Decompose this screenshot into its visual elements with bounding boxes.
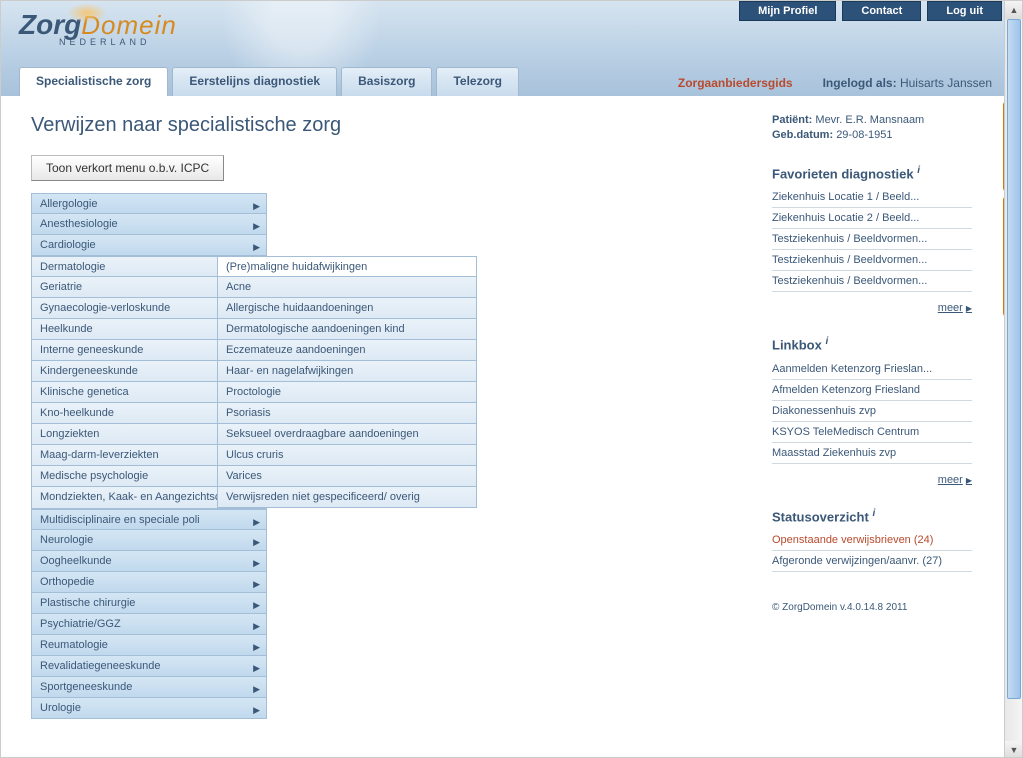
submenu-item[interactable]: Psoriasis — [217, 403, 477, 424]
tab-telezorg[interactable]: Telezorg — [436, 67, 518, 96]
tab-eerstelijns-diagnostiek[interactable]: Eerstelijns diagnostiek — [172, 67, 337, 96]
status-link[interactable]: Afgeronde verwijzingen/aanvr. (27) — [772, 551, 972, 572]
copyright: © ZorgDomein v.4.0.14.8 2011 — [772, 602, 972, 613]
login-status: Ingelogd als: Huisarts Janssen — [823, 76, 992, 90]
menu-item[interactable]: Multidisciplinaire en speciale poli▶ — [31, 509, 267, 530]
favoriet-link[interactable]: Testziekenhuis / Beeldvormen... — [772, 271, 972, 292]
linkbox-link[interactable]: Afmelden Ketenzorg Friesland — [772, 380, 972, 401]
chevron-right-icon: ▶ — [253, 598, 260, 612]
status-link[interactable]: Openstaande verwijsbrieven (24) — [772, 530, 972, 551]
chevron-right-icon: ▶ — [253, 577, 260, 591]
linkbox-link[interactable]: Maasstad Ziekenhuis zvp — [772, 443, 972, 464]
chevron-right-icon: ▶ — [253, 515, 260, 529]
chevron-right-icon: ▶ — [253, 640, 260, 654]
logout-button[interactable]: Log uit — [927, 1, 1002, 21]
menu-item[interactable]: Allergologie▶ — [31, 193, 267, 214]
app-header: ZorgDomein NEDERLAND Mijn Profiel Contac… — [1, 1, 1022, 96]
favoriet-link[interactable]: Ziekenhuis Locatie 1 / Beeld... — [772, 187, 972, 208]
top-buttons: Mijn Profiel Contact Log uit — [733, 1, 1002, 21]
specialism-menu: Allergologie▶Anesthesiologie▶Cardiologie… — [31, 193, 267, 719]
chevron-right-icon: ▶ — [253, 703, 260, 717]
submenu-item[interactable]: Verwijsreden niet gespecificeerd/ overig — [217, 487, 477, 508]
menu-item[interactable]: Psychiatrie/GGZ▶ — [31, 614, 267, 635]
menu-item[interactable]: Neurologie▶ — [31, 530, 267, 551]
meer-link-linkbox[interactable]: meer — [938, 474, 963, 486]
scrollbar-thumb[interactable] — [1007, 19, 1021, 699]
menu-item[interactable]: Reumatologie▶ — [31, 635, 267, 656]
linkbox-link[interactable]: Diakonessenhuis zvp — [772, 401, 972, 422]
menu-item[interactable]: Revalidatiegeneeskunde▶ — [31, 656, 267, 677]
favorieten-header: Favorieten diagnostiek i — [772, 165, 972, 181]
patient-info: Patiënt: Mevr. E.R. Mansnaam Geb.datum: … — [772, 113, 972, 143]
menu-item[interactable]: Oogheelkunde▶ — [31, 551, 267, 572]
logo: ZorgDomein NEDERLAND — [19, 9, 177, 47]
submenu-item[interactable]: Varices — [217, 466, 477, 487]
submenu-item[interactable]: Dermatologische aandoeningen kind — [217, 319, 477, 340]
meer-link-fav[interactable]: meer — [938, 302, 963, 314]
submenu-item[interactable]: Allergische huidaandoeningen — [217, 298, 477, 319]
contact-button[interactable]: Contact — [842, 1, 921, 21]
linkbox-link[interactable]: KSYOS TeleMedisch Centrum — [772, 422, 972, 443]
right-sidebar: Patiënt: Mevr. E.R. Mansnaam Geb.datum: … — [772, 113, 972, 613]
linkbox-header: Linkbox i — [772, 336, 972, 352]
linkbox-link[interactable]: Aanmelden Ketenzorg Frieslan... — [772, 359, 972, 380]
chevron-right-icon: ▶ — [253, 556, 260, 570]
scroll-down-arrow-icon[interactable]: ▼ — [1005, 741, 1023, 758]
submenu-item[interactable]: Eczemateuze aandoeningen — [217, 340, 477, 361]
chevron-right-icon: ▶ — [253, 682, 260, 696]
chevron-right-icon: ▶ — [253, 240, 260, 254]
chevron-right-icon: ▶ — [253, 199, 260, 213]
favoriet-link[interactable]: Testziekenhuis / Beeldvormen... — [772, 250, 972, 271]
menu-item[interactable]: Cardiologie▶ — [31, 235, 267, 256]
main-tabs: Specialistische zorg Eerstelijns diagnos… — [19, 67, 523, 96]
scroll-up-arrow-icon[interactable]: ▲ — [1005, 1, 1023, 19]
zorgaanbiedersgids-link[interactable]: Zorgaanbiedersgids — [678, 76, 793, 90]
my-profile-button[interactable]: Mijn Profiel — [739, 1, 836, 21]
info-icon[interactable]: i — [917, 165, 920, 176]
chevron-right-icon: ▶ — [253, 619, 260, 633]
info-icon[interactable]: i — [825, 336, 828, 347]
favoriet-link[interactable]: Ziekenhuis Locatie 2 / Beeld... — [772, 208, 972, 229]
submenu-item[interactable]: Ulcus cruris — [217, 445, 477, 466]
menu-item[interactable]: Orthopedie▶ — [31, 572, 267, 593]
favoriet-link[interactable]: Testziekenhuis / Beeldvormen... — [772, 229, 972, 250]
submenu-item[interactable]: Seksueel overdraagbare aandoeningen — [217, 424, 477, 445]
status-header: Statusoverzicht i — [772, 508, 972, 524]
chevron-right-icon: ▶ — [253, 661, 260, 675]
menu-item[interactable]: Plastische chirurgie▶ — [31, 593, 267, 614]
submenu-item[interactable]: Haar- en nagelafwijkingen — [217, 361, 477, 382]
chevron-right-icon: ▶ — [253, 219, 260, 233]
submenu-item[interactable]: Acne — [217, 277, 477, 298]
chevron-right-icon: ▶ — [253, 535, 260, 549]
dermatologie-submenu: (Pre)maligne huidafwijkingenAcneAllergis… — [217, 256, 477, 508]
info-icon[interactable]: i — [872, 508, 875, 519]
toon-verkort-menu-button[interactable]: Toon verkort menu o.b.v. ICPC — [31, 155, 224, 181]
submenu-item[interactable]: Proctologie — [217, 382, 477, 403]
vertical-scrollbar[interactable]: ▲ ▼ — [1004, 1, 1022, 758]
submenu-item[interactable]: (Pre)maligne huidafwijkingen — [217, 256, 477, 277]
menu-item[interactable]: Anesthesiologie▶ — [31, 214, 267, 235]
menu-item[interactable]: Sportgeneeskunde▶ — [31, 677, 267, 698]
tab-basiszorg[interactable]: Basiszorg — [341, 67, 432, 96]
tab-specialistische-zorg[interactable]: Specialistische zorg — [19, 67, 168, 96]
menu-item[interactable]: Urologie▶ — [31, 698, 267, 719]
